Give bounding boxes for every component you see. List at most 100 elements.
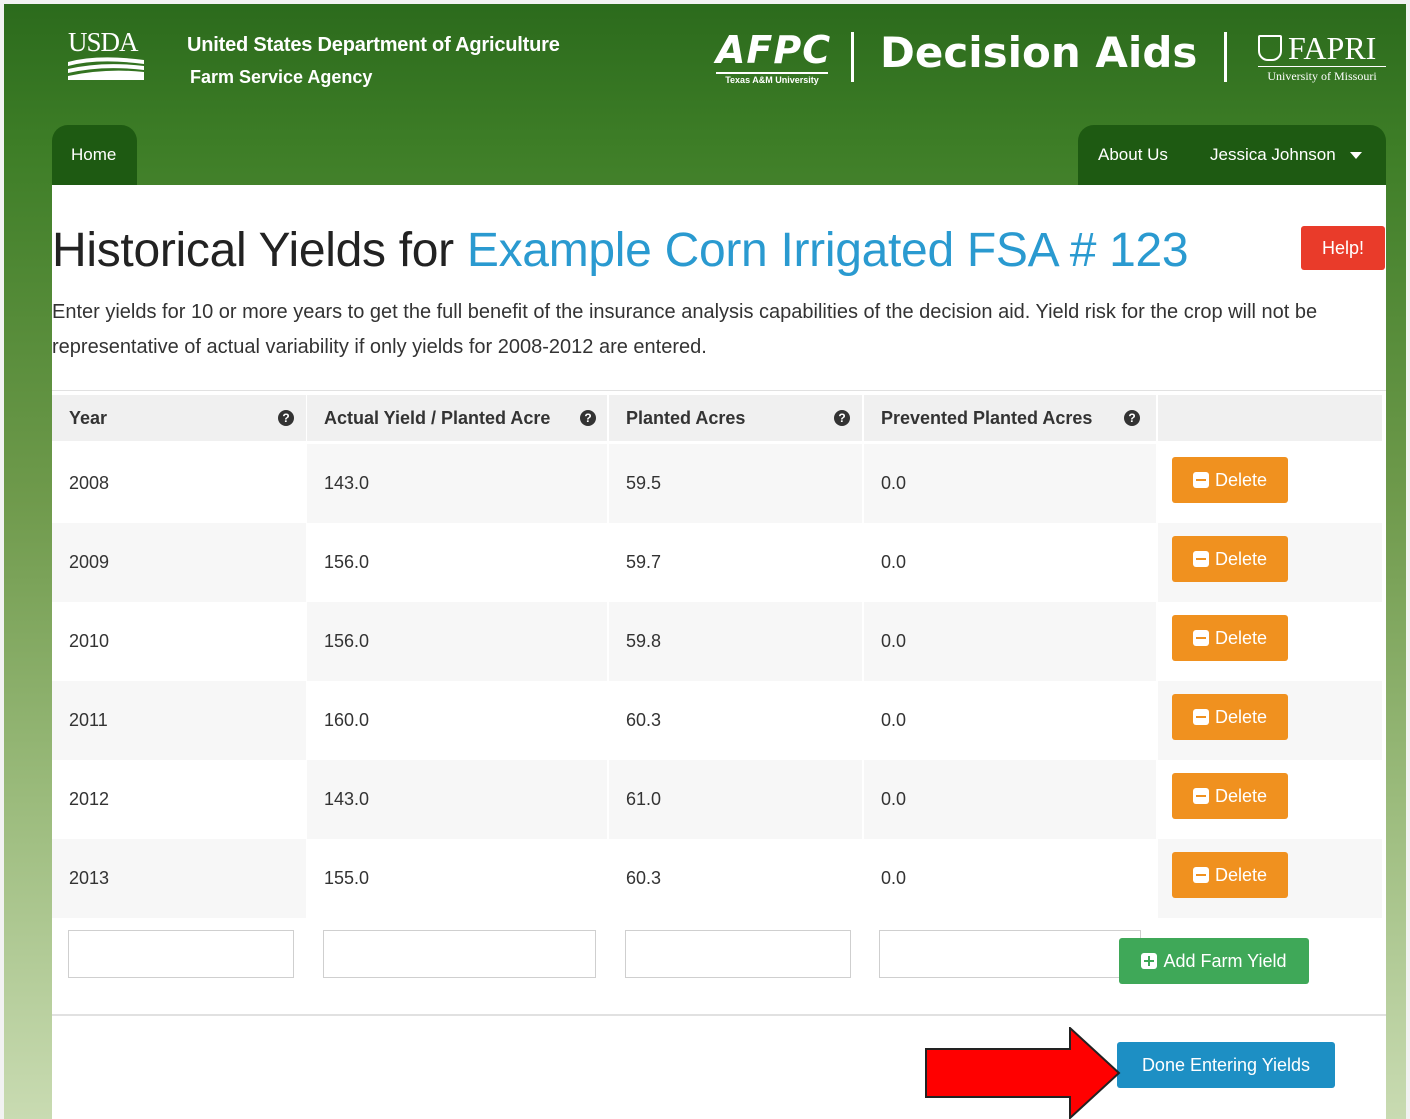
cell-yield: 160.0 (324, 710, 370, 730)
fapri-logo-main: FAPRI (1258, 32, 1386, 67)
delete-label: Delete (1214, 706, 1268, 727)
red-arrow-icon (925, 1027, 1121, 1119)
question-circle-icon[interactable]: ? (278, 410, 294, 426)
done-entering-yields-button[interactable]: Done Entering Yields (1117, 1042, 1335, 1088)
column-header-actions (1158, 395, 1382, 441)
nav-right-group: About Us Jessica Johnson (1078, 125, 1386, 185)
minus-square-icon (1192, 551, 1209, 567)
add-label: Add Farm Yield (1163, 950, 1287, 971)
cell-yield: 156.0 (307, 602, 607, 681)
cell-planted: 60.3 (626, 710, 662, 730)
delete-label: Delete (1214, 864, 1268, 885)
help-button[interactable]: Help! (1301, 226, 1385, 270)
question-circle-icon[interactable]: ? (1124, 410, 1140, 426)
minus-square-icon (1192, 788, 1209, 804)
delete-label: Delete (1214, 548, 1268, 569)
usda-hills-icon (68, 57, 144, 80)
column-header-yield: Actual Yield / Planted Acre ? (307, 395, 607, 441)
intro-text: Enter yields for 10 or more years to get… (52, 301, 1318, 358)
page-title: Historical Yields for Example Corn Irrig… (52, 223, 1189, 278)
column-header-label: Planted Acres (626, 407, 746, 428)
cell-prevented: 0.0 (864, 602, 1156, 681)
column-header-year: Year ? (52, 395, 306, 441)
app-title: Decision Aids (880, 28, 1198, 77)
table-row: 2009 156.0 59.7 0.0 Delete (52, 523, 1386, 602)
nav-home[interactable]: Home (52, 125, 137, 185)
fapri-logo[interactable]: FAPRI University of Missouri (1258, 32, 1386, 84)
delete-button[interactable]: Delete (1172, 694, 1288, 740)
agency-name: Farm Service Agency (190, 67, 373, 87)
nav-about-us[interactable]: About Us (1098, 145, 1168, 165)
delete-button[interactable]: Delete (1172, 852, 1288, 898)
cell-prevented: 0.0 (881, 868, 907, 888)
page-title-crop: Example Corn Irrigated FSA # 123 (466, 224, 1189, 277)
user-menu[interactable]: Jessica Johnson (1210, 145, 1362, 165)
column-header-label: Prevented Planted Acres (881, 407, 1093, 428)
cell-planted: 59.7 (626, 552, 662, 572)
divider (52, 1015, 1386, 1016)
column-header-prevented: Prevented Planted Acres ? (864, 395, 1156, 441)
caret-down-icon (1349, 151, 1362, 159)
delete-button[interactable]: Delete (1172, 615, 1288, 661)
add-farm-yield-button[interactable]: Add Farm Yield (1119, 938, 1309, 984)
usda-logo-text: USDA (68, 27, 139, 57)
column-header-label: Year (69, 407, 108, 428)
delete-button[interactable]: Delete (1172, 773, 1288, 819)
question-circle-icon[interactable]: ? (580, 410, 596, 426)
cell-prevented: 0.0 (864, 444, 1156, 523)
cell-year: 2013 (52, 839, 306, 918)
cell-year: 2011 (52, 681, 306, 760)
agency-block: United States Department of Agriculture … (187, 34, 560, 88)
afpc-logo[interactable]: AFPC Texas A&M University (716, 28, 832, 85)
cell-planted: 59.5 (609, 444, 862, 523)
delete-label: Delete (1214, 785, 1268, 806)
prevented-acres-input[interactable] (879, 930, 1141, 978)
delete-label: Delete (1214, 627, 1268, 648)
cell-yield: 156.0 (324, 552, 370, 572)
cell-planted: 61.0 (609, 760, 862, 839)
department-name: United States Department of Agriculture (187, 34, 560, 56)
cell-planted: 59.8 (609, 602, 862, 681)
shield-icon (1258, 35, 1282, 61)
table-row: 2008 143.0 59.5 0.0 Delete (52, 444, 1386, 523)
afpc-logo-sub: Texas A&M University (716, 72, 828, 85)
plus-square-icon (1141, 953, 1158, 969)
cell-prevented: 0.0 (881, 710, 907, 730)
cell-yield: 143.0 (307, 760, 607, 839)
delete-label: Delete (1214, 469, 1268, 490)
column-header-planted: Planted Acres ? (609, 395, 862, 441)
minus-square-icon (1192, 709, 1209, 725)
fapri-logo-sub: University of Missouri (1267, 69, 1377, 83)
table-row: 2011 160.0 60.3 0.0 Delete (52, 681, 1386, 760)
cell-year: 2008 (69, 473, 110, 493)
table-row: 2013 155.0 60.3 0.0 Delete (52, 839, 1386, 918)
question-circle-icon[interactable]: ? (834, 410, 850, 426)
column-header-label: Actual Yield / Planted Acre (324, 407, 551, 428)
cell-year: 2010 (69, 631, 110, 651)
delete-button[interactable]: Delete (1172, 536, 1288, 582)
cell-yield: 155.0 (324, 868, 370, 888)
table-row: 2012 143.0 61.0 0.0 Delete (52, 760, 1386, 839)
table-row: 2010 156.0 59.8 0.0 Delete (52, 602, 1386, 681)
cell-year: 2009 (52, 523, 306, 602)
minus-square-icon (1192, 630, 1209, 646)
page-title-prefix: Historical Yields for (52, 224, 454, 277)
usda-logo[interactable]: USDA (68, 28, 144, 80)
header-separator (1224, 32, 1227, 82)
year-input[interactable] (68, 930, 294, 978)
cell-year: 2012 (69, 789, 110, 809)
planted-acres-input[interactable] (625, 930, 851, 978)
minus-square-icon (1192, 472, 1209, 488)
cell-yield: 143.0 (307, 444, 607, 523)
minus-square-icon (1192, 867, 1209, 883)
user-name: Jessica Johnson (1210, 145, 1336, 164)
cell-prevented: 0.0 (864, 760, 1156, 839)
delete-button[interactable]: Delete (1172, 457, 1288, 503)
cell-prevented: 0.0 (881, 552, 907, 572)
header-separator (851, 32, 854, 82)
fapri-logo-text: FAPRI (1288, 30, 1377, 66)
cell-planted: 60.3 (626, 868, 662, 888)
afpc-logo-text: AFPC (716, 28, 832, 72)
yield-input[interactable] (323, 930, 596, 978)
nav-home-label: Home (71, 145, 117, 164)
